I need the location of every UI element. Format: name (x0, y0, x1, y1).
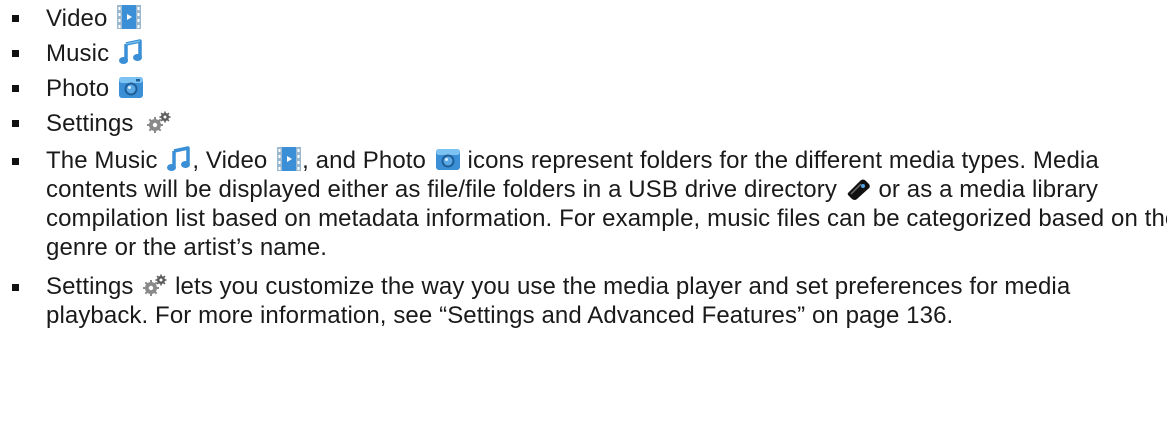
bullet-marker (12, 284, 19, 291)
settings-icon (142, 272, 168, 298)
video-icon (276, 146, 302, 172)
list-item-settings: Settings (0, 109, 1167, 144)
video-icon (116, 4, 142, 30)
paragraph-media-types: The Music , Video , and Photo icons repr… (46, 146, 1167, 261)
list-item-paragraph-settings: Settings lets you customize the way you … (0, 272, 1146, 330)
list-item-label: Video (46, 5, 108, 32)
list-item-music: Music (0, 39, 1167, 74)
bullet-marker (12, 50, 19, 57)
document-bullet-list: Video Music Photo Settings The Music , V… (0, 0, 1167, 330)
photo-icon (435, 146, 461, 172)
usb-drive-icon (846, 175, 872, 201)
list-item-label: Settings (46, 110, 134, 137)
bullet-marker (12, 120, 19, 127)
list-item-photo: Photo (0, 74, 1167, 109)
bullet-marker (12, 15, 19, 22)
list-item-label: Photo (46, 75, 110, 102)
list-item-video: Video (0, 4, 1167, 39)
list-item-paragraph-media: The Music , Video , and Photo icons repr… (0, 146, 1167, 262)
bullet-marker (12, 85, 19, 92)
photo-icon (118, 74, 144, 100)
music-icon (166, 146, 192, 172)
bullet-marker (12, 158, 19, 165)
settings-icon (146, 109, 172, 135)
music-icon (118, 39, 144, 65)
list-item-label: Music (46, 40, 110, 67)
paragraph-settings: Settings lets you customize the way you … (46, 272, 1071, 329)
